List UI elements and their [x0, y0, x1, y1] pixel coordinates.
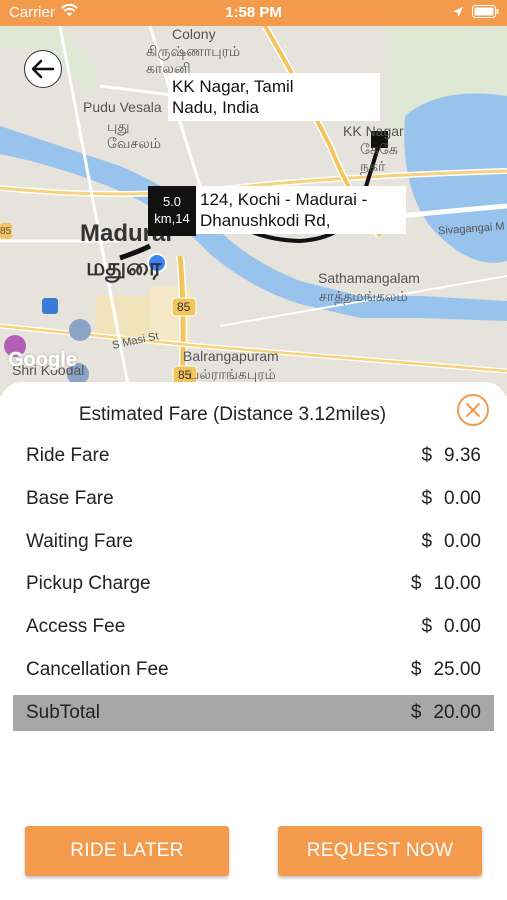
map-label-balrangapuram-tamil: பல்ராங்கபுரம்: [189, 366, 276, 382]
fare-value: 10.00: [433, 573, 481, 594]
fare-label: Ride Fare: [26, 445, 110, 466]
map-label-kk-nagar: KK Nagar: [343, 123, 404, 139]
map-label-sathamangalam-tamil: சாத்தமங்கலம்: [319, 288, 408, 304]
map-label-madurai-tamil: மதுரை: [86, 254, 162, 281]
status-bar: Carrier 1:58 PM: [0, 0, 507, 26]
distance-box: 5.0 km,14: [148, 186, 196, 236]
map-label-pudu: Pudu Vesala: [83, 99, 162, 115]
fare-value: 0.00: [444, 488, 481, 509]
google-logo: Google: [8, 349, 77, 371]
request-now-button[interactable]: REQUEST NOW: [278, 826, 482, 876]
arrow-left-icon: [31, 59, 55, 79]
close-button[interactable]: [457, 394, 489, 426]
currency-symbol: $: [421, 616, 433, 637]
battery-icon: [472, 5, 499, 22]
subtotal-value: 20.00: [433, 702, 481, 723]
status-right-group: [452, 5, 499, 22]
map-label-colony: Colony: [172, 26, 216, 42]
currency-symbol: $: [410, 702, 422, 723]
currency-symbol: $: [410, 573, 422, 594]
fare-value: 0.00: [444, 616, 481, 637]
ride-later-button[interactable]: RIDE LATER: [25, 826, 229, 876]
status-time: 1:58 PM: [225, 4, 282, 21]
fare-label: Pickup Charge: [26, 573, 151, 594]
fare-row-pickup-charge: Pickup Charge $10.00: [13, 566, 494, 602]
map-view[interactable]: Colony கிருஷ்ணாபுரம் காலனி Pudu Vesala ப…: [0, 26, 507, 396]
subtotal-label: SubTotal: [26, 702, 100, 723]
close-icon: [466, 403, 480, 417]
fare-row-cancellation-fee: Cancellation Fee $25.00: [13, 652, 494, 688]
fare-label: Base Fare: [26, 488, 114, 509]
destination-callout: KK Nagar, Tamil Nadu, India: [168, 73, 380, 121]
map-label-sathamangalam: Sathamangalam: [318, 270, 420, 286]
map-label-tamil-top: கிருஷ்ணாபுரம் காலனி: [146, 43, 241, 76]
origin-callout: 124, Kochi - Madurai - Dhanushkodi Rd,: [196, 186, 406, 234]
currency-symbol: $: [421, 488, 433, 509]
back-button[interactable]: [24, 50, 62, 88]
currency-symbol: $: [410, 659, 422, 680]
fare-label: Waiting Fare: [26, 531, 133, 552]
fare-title: Estimated Fare (Distance 3.12miles): [78, 404, 387, 425]
map-label-kk-nagar-tamil: கேகே நகர்: [360, 141, 398, 174]
map-label-pudu-tamil: புது வேசலம்: [107, 118, 161, 151]
fare-value: 25.00: [433, 659, 481, 680]
fare-row-base-fare: Base Fare $0.00: [13, 481, 494, 517]
road-shield-85-left: 85: [0, 226, 12, 237]
fare-label: Cancellation Fee: [26, 659, 169, 680]
fare-label: Access Fee: [26, 616, 126, 637]
location-arrow-icon: [452, 5, 464, 22]
currency-symbol: $: [421, 445, 433, 466]
road-shield-85: 85: [177, 300, 191, 314]
map-label-balrangapuram: Balrangapuram: [183, 348, 279, 364]
fare-value: 0.00: [444, 531, 481, 552]
fare-row-subtotal: SubTotal $20.00: [13, 695, 494, 731]
currency-symbol: $: [421, 531, 433, 552]
fare-row-waiting-fare: Waiting Fare $0.00: [13, 524, 494, 560]
fare-row-access-fee: Access Fee $0.00: [13, 609, 494, 645]
fare-value: 9.36: [444, 445, 481, 466]
fare-row-ride-fare: Ride Fare $9.36: [13, 438, 494, 474]
